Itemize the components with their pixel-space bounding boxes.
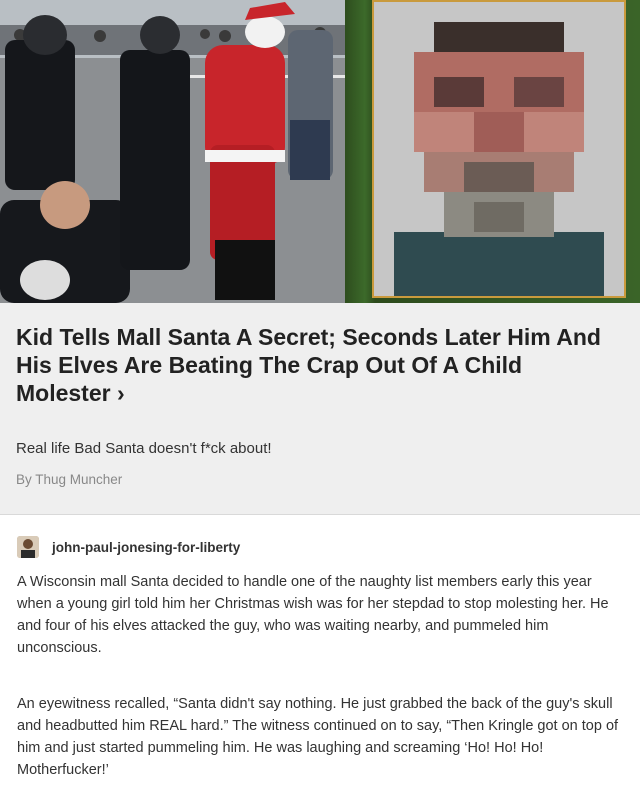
page: Kid Tells Mall Santa A Secret; Seconds L… bbox=[0, 0, 640, 797]
article-title-text[interactable]: Kid Tells Mall Santa A Secret; Seconds L… bbox=[16, 324, 601, 406]
avatar[interactable] bbox=[17, 536, 39, 558]
divider bbox=[0, 514, 640, 515]
article-byline: By Thug Muncher bbox=[16, 472, 123, 487]
article-title[interactable]: Kid Tells Mall Santa A Secret; Seconds L… bbox=[16, 323, 616, 407]
pixelated-face bbox=[374, 2, 624, 296]
post-paragraph: A Wisconsin mall Santa decided to handle… bbox=[17, 574, 609, 656]
santa-police-illustration bbox=[0, 0, 345, 303]
header-images bbox=[0, 0, 640, 303]
post-username[interactable]: john-paul-jonesing-for-liberty bbox=[52, 540, 240, 555]
chevron-right-icon[interactable]: › bbox=[117, 380, 125, 406]
post-paragraph: An eyewitness recalled, “Santa didn't sa… bbox=[17, 696, 619, 778]
article-subtitle: Real life Bad Santa doesn't f*ck about! bbox=[16, 440, 272, 457]
santa-police-photo bbox=[0, 0, 345, 303]
mugshot-photo bbox=[345, 0, 640, 303]
avatar-image bbox=[17, 536, 39, 558]
mugshot-frame bbox=[372, 0, 626, 298]
